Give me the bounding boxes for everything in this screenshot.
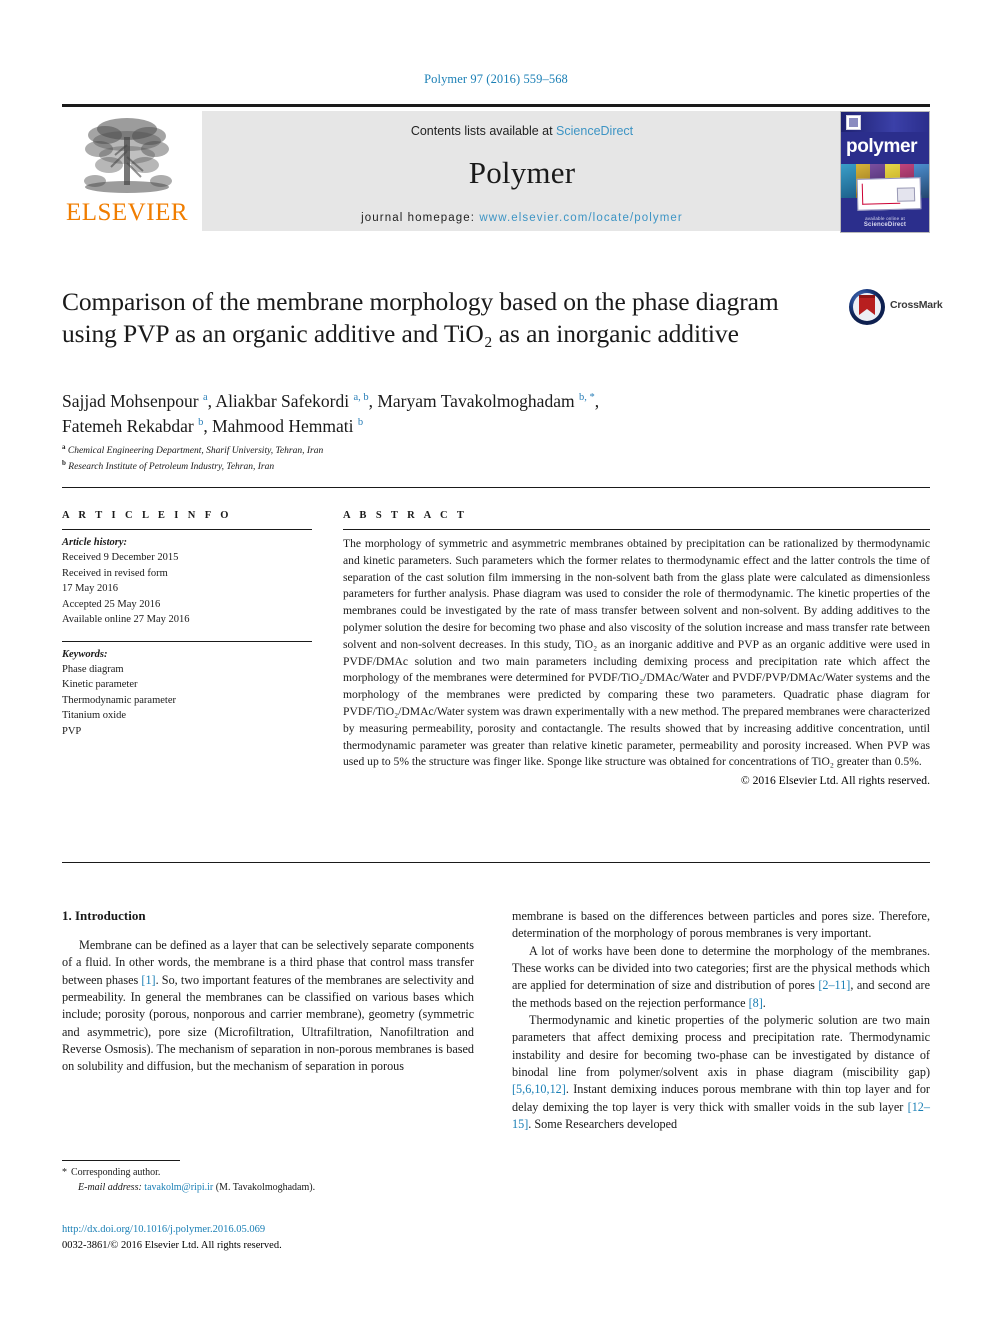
keyword-item: Kinetic parameter <box>62 679 138 691</box>
cover-footer: available online at ScienceDirect <box>841 216 929 228</box>
abstract-heading: A B S T R A C T <box>343 510 468 521</box>
article-info-column: A R T I C L E I N F O Article history: R… <box>62 510 312 739</box>
crossmark-badge[interactable]: CrossMark <box>848 288 943 338</box>
page-title: Comparison of the membrane morphology ba… <box>62 287 779 349</box>
citation-ref[interactable]: [8] <box>749 996 763 1010</box>
author-list: Sajjad Mohsenpour a, Aliakbar Safekordi … <box>62 389 852 439</box>
title-block: Comparison of the membrane morphology ba… <box>62 286 832 350</box>
intro-p3-part1: Thermodynamic and kinetic properties of … <box>512 1012 930 1079</box>
author-4: Fatemeh Rekabdar <box>62 415 199 436</box>
journal-homepage-line: journal homepage: www.elsevier.com/locat… <box>202 212 842 224</box>
abstract-rule <box>343 529 930 530</box>
cover-chart-inset <box>856 177 922 211</box>
citation-ref[interactable]: [5,6,10,12] <box>512 1082 566 1096</box>
journal-masthead: ELSEVIER Contents lists available at Sci… <box>62 104 930 233</box>
keywords-label: Keywords: <box>62 648 108 660</box>
author-3-affil-marker: b, * <box>578 392 595 404</box>
elsevier-logo: ELSEVIER <box>62 111 192 231</box>
keyword-item: Titanium oxide <box>62 710 127 722</box>
body-column-left: 1. Introduction Membrane can be defined … <box>62 908 474 1076</box>
cover-footer-small: available online at <box>865 216 905 221</box>
homepage-url-link[interactable]: www.elsevier.com/locate/polymer <box>479 212 682 224</box>
footnote-line-email: E-mail address: tavakolm@ripi.ir (M. Tav… <box>62 1180 474 1195</box>
journal-title: Polymer <box>468 155 576 190</box>
corresponding-author-footnote: * Corresponding author. E-mail address: t… <box>62 1160 474 1195</box>
affiliations: a Chemical Engineering Department, Shari… <box>62 442 852 475</box>
info-section-top-rule <box>62 487 930 488</box>
affiliation-b-text: Research Institute of Petroleum Industry… <box>65 462 275 473</box>
cover-title: polymer <box>846 136 918 157</box>
corresponding-author-label: Corresponding author. <box>71 1167 161 1178</box>
sciencedirect-link[interactable]: ScienceDirect <box>556 124 633 138</box>
contents-prefix: Contents lists available at <box>410 124 557 138</box>
author-1: Sajjad Mohsenpour <box>62 391 203 411</box>
section-heading-introduction: 1. Introduction <box>62 908 146 923</box>
article-history: Article history: Received 9 December 201… <box>62 535 312 628</box>
email-address-label: E-mail address: <box>78 1182 142 1193</box>
contents-lists-line: Contents lists available at ScienceDirec… <box>202 111 842 138</box>
footnote-rule <box>62 1160 180 1161</box>
issn-copyright-line: 0032-3861/© 2016 Elsevier Ltd. All right… <box>62 1239 282 1251</box>
history-item: Accepted 25 May 2016 <box>62 598 161 610</box>
cover-elsevier-mark-icon <box>846 115 861 130</box>
intro-left-text: Membrane can be defined as a layer that … <box>62 937 474 1076</box>
footnote-body: * Corresponding author. E-mail address: t… <box>62 1165 474 1195</box>
intro-p3-part3: . Some Researchers developed <box>528 1116 678 1131</box>
paragraph: Membrane can be defined as a layer that … <box>62 937 474 1076</box>
footnote-star-marker: * <box>62 1167 67 1178</box>
footnote-line-corresponding: * Corresponding author. <box>62 1165 474 1180</box>
body-column-right: membrane is based on the differences bet… <box>512 908 930 1133</box>
affiliation-b: b Research Institute of Petroleum Indust… <box>62 458 852 474</box>
keyword-item: PVP <box>62 725 82 737</box>
paper-page: Polymer 97 (2016) 559–568 ELSEVIER Conte… <box>0 0 992 1323</box>
citation-ref[interactable]: [2–11] <box>818 978 850 992</box>
history-item: Received 9 December 2015 <box>62 552 179 564</box>
cover-footer-bold: ScienceDirect <box>863 222 907 228</box>
author-5-affil-marker: b <box>357 417 364 429</box>
intro-p2-part3: . <box>762 995 766 1010</box>
paragraph: A lot of works have been done to determi… <box>512 943 930 1012</box>
paragraph: Thermodynamic and kinetic properties of … <box>512 1012 930 1133</box>
history-item: Available online 27 May 2016 <box>62 614 190 626</box>
affiliation-a: a Chemical Engineering Department, Shari… <box>62 442 852 458</box>
author-5-sep: , Mahmood Hemmati <box>203 415 358 436</box>
journal-cover-thumbnail: polymer available online at ScienceDirec… <box>840 111 930 233</box>
author-2-affil-marker: a, b <box>353 392 369 404</box>
history-item: Received in revised form <box>62 567 168 579</box>
crossmark-label: CrossMark <box>890 299 943 311</box>
intro-p3-part2: . Instant demixing induces porous membra… <box>512 1082 930 1114</box>
doi-link[interactable]: http://dx.doi.org/10.1016/j.polymer.2016… <box>62 1222 492 1238</box>
intro-p1-part2: . So, two important features of the memb… <box>62 972 474 1074</box>
affiliation-a-text: Chemical Engineering Department, Sharif … <box>65 446 324 457</box>
publication-info: http://dx.doi.org/10.1016/j.polymer.2016… <box>62 1222 492 1254</box>
crossmark-icon <box>849 289 885 325</box>
abstract-copyright: © 2016 Elsevier Ltd. All rights reserved… <box>740 774 930 788</box>
article-info-heading: A R T I C L E I N F O <box>62 510 232 521</box>
abstract-bottom-rule <box>62 862 930 863</box>
keywords-list: Keywords: Phase diagram Kinetic paramete… <box>62 647 312 740</box>
citation-ref[interactable]: [1] <box>141 973 155 987</box>
homepage-label: journal homepage: <box>361 212 480 224</box>
intro-right-text: membrane is based on the differences bet… <box>512 908 930 1133</box>
elsevier-tree-icon <box>84 118 172 193</box>
paragraph: membrane is based on the differences bet… <box>512 909 930 941</box>
abstract-column: A B S T R A C T The morphology of symmet… <box>343 510 930 787</box>
elsevier-wordmark: ELSEVIER <box>65 199 189 226</box>
article-history-label: Article history: <box>62 537 128 548</box>
email-owner: (M. Tavakolmoghadam). <box>215 1182 316 1193</box>
author-3-sep: , Maryam Tavakolmoghadam <box>368 391 579 411</box>
running-head: Polymer 97 (2016) 559–568 <box>424 72 568 86</box>
email-address-link[interactable]: tavakolm@ripi.ir <box>144 1182 213 1193</box>
keyword-item: Phase diagram <box>62 663 124 675</box>
journal-band: Contents lists available at ScienceDirec… <box>202 111 842 231</box>
keyword-item: Thermodynamic parameter <box>62 694 176 706</box>
article-info-rule <box>62 529 312 530</box>
history-item: 17 May 2016 <box>62 583 118 595</box>
keywords-rule <box>62 640 312 642</box>
author-2-sep: , Aliakbar Safekordi <box>207 391 354 411</box>
author-comma: , <box>594 391 600 411</box>
abstract-text: The morphology of symmetric and asymmetr… <box>343 537 930 769</box>
